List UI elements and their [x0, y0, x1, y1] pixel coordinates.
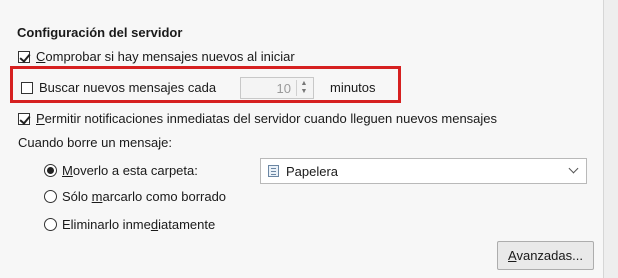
folder-trash-icon [268, 165, 279, 177]
spin-up-icon[interactable]: ▲ [297, 80, 311, 88]
folder-select[interactable]: Papelera [260, 158, 587, 184]
radio-mark-label: Sólo marcarlo como borrado [62, 189, 227, 204]
check-on-start-checkbox[interactable] [18, 50, 30, 63]
section-title: Configuración del servidor [17, 25, 183, 40]
radio-move-button[interactable] [44, 164, 57, 177]
delete-heading: Cuando borre un mensaje: [18, 135, 172, 150]
radio-move-to-folder[interactable]: Moverlo a esta carpeta: [44, 163, 198, 178]
radio-delete-button[interactable] [44, 218, 57, 231]
interval-spinner[interactable]: 10 ▲ ▼ [240, 77, 314, 99]
radio-delete-label: Eliminarlo inmediatamente [62, 217, 216, 232]
interval-value: 10 [276, 81, 291, 96]
interval-unit: minutos [330, 80, 376, 95]
push-notifications-checkbox[interactable] [18, 112, 30, 125]
spin-down-icon[interactable]: ▼ [297, 88, 311, 96]
spinner-buttons[interactable]: ▲ ▼ [296, 80, 311, 96]
radio-mark-deleted[interactable]: Sólo marcarlo como borrado [44, 189, 226, 204]
scrollbar-edge[interactable] [603, 0, 618, 278]
chevron-down-icon[interactable] [568, 163, 579, 174]
radio-delete-immediately[interactable]: Eliminarlo inmediatamente [44, 217, 215, 232]
push-notifications-label: Permitir notificaciones inmediatas del s… [36, 111, 498, 126]
check-every-label: Buscar nuevos mensajes cada [39, 80, 217, 95]
push-notifications-option[interactable]: Permitir notificaciones inmediatas del s… [18, 111, 497, 126]
folder-select-value: Papelera [286, 164, 339, 179]
check-on-start-option[interactable]: Comprobar si hay mensajes nuevos al inic… [18, 49, 295, 64]
radio-mark-button[interactable] [44, 190, 57, 203]
check-every-checkbox[interactable] [21, 81, 33, 94]
check-on-start-label: Comprobar si hay mensajes nuevos al inic… [36, 49, 295, 64]
advanced-button[interactable]: Avanzadas... [497, 241, 594, 270]
radio-move-label: Moverlo a esta carpeta: [62, 163, 198, 178]
check-every-option[interactable]: Buscar nuevos mensajes cada [21, 80, 216, 95]
